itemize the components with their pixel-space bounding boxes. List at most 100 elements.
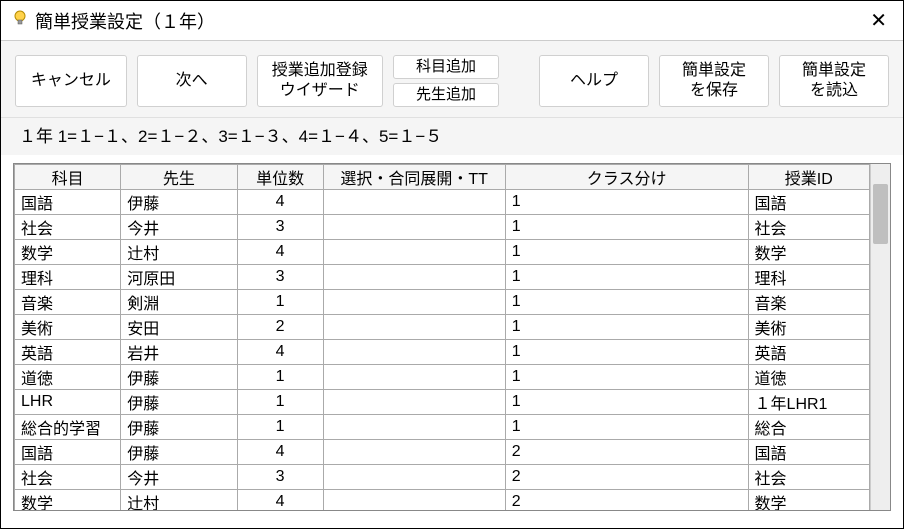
cell-lesson-id[interactable]: 数学 bbox=[748, 240, 869, 265]
cell-option[interactable] bbox=[323, 315, 505, 340]
cell-units[interactable]: 1 bbox=[237, 290, 323, 315]
cell-teacher[interactable]: 河原田 bbox=[121, 265, 237, 290]
cell-units[interactable]: 1 bbox=[237, 415, 323, 440]
cell-option[interactable] bbox=[323, 190, 505, 215]
wizard-button[interactable]: 授業追加登録 ウイザード bbox=[257, 55, 383, 107]
table-row[interactable]: 社会今井32社会 bbox=[15, 465, 870, 490]
cell-units[interactable]: 3 bbox=[237, 465, 323, 490]
cell-class[interactable]: 1 bbox=[505, 290, 748, 315]
cell-subject[interactable]: 社会 bbox=[15, 215, 121, 240]
cell-teacher[interactable]: 今井 bbox=[121, 215, 237, 240]
cell-units[interactable]: 3 bbox=[237, 215, 323, 240]
cell-teacher[interactable]: 伊藤 bbox=[121, 365, 237, 390]
cell-lesson-id[interactable]: 総合 bbox=[748, 415, 869, 440]
cell-teacher[interactable]: 剣淵 bbox=[121, 290, 237, 315]
table-row[interactable]: 社会今井31社会 bbox=[15, 215, 870, 240]
table-row[interactable]: 道徳伊藤11道徳 bbox=[15, 365, 870, 390]
cell-option[interactable] bbox=[323, 290, 505, 315]
cell-option[interactable] bbox=[323, 215, 505, 240]
cell-teacher[interactable]: 伊藤 bbox=[121, 415, 237, 440]
cell-option[interactable] bbox=[323, 340, 505, 365]
cell-units[interactable]: 1 bbox=[237, 365, 323, 390]
cell-class[interactable]: 1 bbox=[505, 315, 748, 340]
cell-teacher[interactable]: 今井 bbox=[121, 465, 237, 490]
cell-lesson-id[interactable]: 英語 bbox=[748, 340, 869, 365]
cell-subject[interactable]: 理科 bbox=[15, 265, 121, 290]
cell-option[interactable] bbox=[323, 415, 505, 440]
header-class[interactable]: クラス分け bbox=[505, 165, 748, 190]
cell-class[interactable]: 1 bbox=[505, 240, 748, 265]
save-settings-button[interactable]: 簡単設定 を保存 bbox=[659, 55, 769, 107]
cell-units[interactable]: 3 bbox=[237, 265, 323, 290]
cell-teacher[interactable]: 伊藤 bbox=[121, 390, 237, 415]
cell-lesson-id[interactable]: 美術 bbox=[748, 315, 869, 340]
cell-units[interactable]: 4 bbox=[237, 490, 323, 511]
table-row[interactable]: 国語伊藤42国語 bbox=[15, 440, 870, 465]
cell-teacher[interactable]: 伊藤 bbox=[121, 440, 237, 465]
cell-option[interactable] bbox=[323, 365, 505, 390]
cell-lesson-id[interactable]: 道徳 bbox=[748, 365, 869, 390]
cell-class[interactable]: 1 bbox=[505, 215, 748, 240]
cell-class[interactable]: 1 bbox=[505, 390, 748, 415]
cell-subject[interactable]: LHR bbox=[15, 390, 121, 415]
cell-class[interactable]: 2 bbox=[505, 440, 748, 465]
table-row[interactable]: 数学辻村41数学 bbox=[15, 240, 870, 265]
header-lesson-id[interactable]: 授業ID bbox=[748, 165, 869, 190]
table-row[interactable]: 理科河原田31理科 bbox=[15, 265, 870, 290]
cell-units[interactable]: 4 bbox=[237, 440, 323, 465]
cell-lesson-id[interactable]: 音楽 bbox=[748, 290, 869, 315]
cell-lesson-id[interactable]: 国語 bbox=[748, 190, 869, 215]
cell-class[interactable]: 1 bbox=[505, 265, 748, 290]
vertical-scrollbar[interactable] bbox=[870, 164, 890, 510]
scrollbar-thumb[interactable] bbox=[873, 184, 888, 244]
cell-subject[interactable]: 音楽 bbox=[15, 290, 121, 315]
cell-teacher[interactable]: 辻村 bbox=[121, 490, 237, 511]
cell-lesson-id[interactable]: 国語 bbox=[748, 440, 869, 465]
header-units[interactable]: 単位数 bbox=[237, 165, 323, 190]
help-button[interactable]: ヘルプ bbox=[539, 55, 649, 107]
cell-subject[interactable]: 社会 bbox=[15, 465, 121, 490]
cell-units[interactable]: 4 bbox=[237, 240, 323, 265]
cell-units[interactable]: 4 bbox=[237, 340, 323, 365]
cell-units[interactable]: 4 bbox=[237, 190, 323, 215]
table-row[interactable]: 音楽剣淵11音楽 bbox=[15, 290, 870, 315]
cell-subject[interactable]: 道徳 bbox=[15, 365, 121, 390]
cell-lesson-id[interactable]: 社会 bbox=[748, 215, 869, 240]
cell-option[interactable] bbox=[323, 440, 505, 465]
next-button[interactable]: 次へ bbox=[137, 55, 247, 107]
cell-lesson-id[interactable]: 社会 bbox=[748, 465, 869, 490]
cell-class[interactable]: 2 bbox=[505, 465, 748, 490]
cell-class[interactable]: 2 bbox=[505, 490, 748, 511]
cell-option[interactable] bbox=[323, 390, 505, 415]
cell-subject[interactable]: 美術 bbox=[15, 315, 121, 340]
cell-subject[interactable]: 総合的学習 bbox=[15, 415, 121, 440]
header-option[interactable]: 選択・合同展開・TT bbox=[323, 165, 505, 190]
cell-teacher[interactable]: 岩井 bbox=[121, 340, 237, 365]
cell-lesson-id[interactable]: 理科 bbox=[748, 265, 869, 290]
header-subject[interactable]: 科目 bbox=[15, 165, 121, 190]
cell-subject[interactable]: 英語 bbox=[15, 340, 121, 365]
cell-lesson-id[interactable]: 数学 bbox=[748, 490, 869, 511]
cell-units[interactable]: 1 bbox=[237, 390, 323, 415]
cell-teacher[interactable]: 辻村 bbox=[121, 240, 237, 265]
cell-subject[interactable]: 国語 bbox=[15, 440, 121, 465]
table-row[interactable]: 総合的学習伊藤11総合 bbox=[15, 415, 870, 440]
cell-subject[interactable]: 数学 bbox=[15, 240, 121, 265]
cell-option[interactable] bbox=[323, 265, 505, 290]
cell-option[interactable] bbox=[323, 240, 505, 265]
cell-teacher[interactable]: 伊藤 bbox=[121, 190, 237, 215]
cell-subject[interactable]: 国語 bbox=[15, 190, 121, 215]
cell-class[interactable]: 1 bbox=[505, 190, 748, 215]
table-row[interactable]: LHR伊藤11１年LHR1 bbox=[15, 390, 870, 415]
lesson-table[interactable]: 科目 先生 単位数 選択・合同展開・TT クラス分け 授業ID 国語伊藤41国語… bbox=[14, 164, 870, 510]
cell-teacher[interactable]: 安田 bbox=[121, 315, 237, 340]
table-row[interactable]: 数学辻村42数学 bbox=[15, 490, 870, 511]
close-button[interactable]: ✕ bbox=[864, 8, 893, 33]
cell-class[interactable]: 1 bbox=[505, 365, 748, 390]
cell-class[interactable]: 1 bbox=[505, 415, 748, 440]
cell-option[interactable] bbox=[323, 465, 505, 490]
add-subject-button[interactable]: 科目追加 bbox=[393, 55, 499, 79]
cell-subject[interactable]: 数学 bbox=[15, 490, 121, 511]
cell-option[interactable] bbox=[323, 490, 505, 511]
cell-lesson-id[interactable]: １年LHR1 bbox=[748, 390, 869, 415]
